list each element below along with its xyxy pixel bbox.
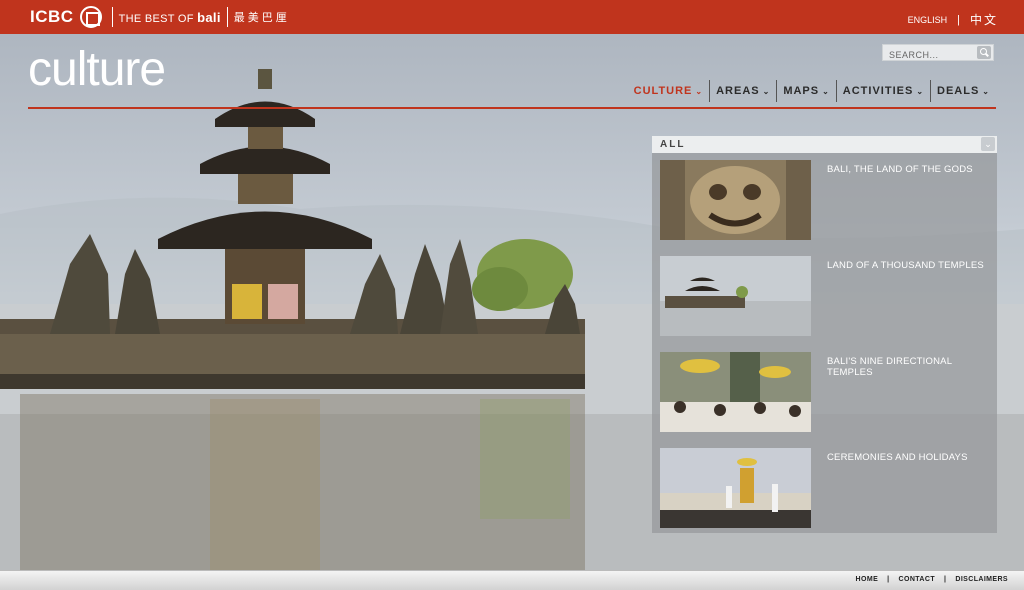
article-title[interactable]: BALI, THE LAND OF THE GODS (827, 164, 973, 175)
nav-item-maps[interactable]: MAPS ⌄ (776, 80, 835, 102)
footer: HOME | CONTACT | DISCLAIMERS (0, 570, 1024, 590)
footer-link-disclaimers[interactable]: DISCLAIMERS (955, 576, 1008, 583)
article-item[interactable]: CEREMONIES AND HOLIDAYS (660, 448, 990, 530)
icbc-emblem-icon (79, 6, 102, 28)
article-title[interactable]: LAND OF A THOUSAND TEMPLES (827, 260, 984, 271)
article-item[interactable]: LAND OF A THOUSAND TEMPLES (660, 256, 990, 338)
chevron-down-icon: ⌄ (762, 86, 771, 96)
language-switcher: ENGLISH | 中文 (908, 11, 998, 28)
nav-item-deals[interactable]: DEALS ⌄ (930, 80, 996, 102)
icbc-logo-text: ICBC (30, 7, 74, 26)
article-item[interactable]: BALI, THE LAND OF THE GODS (660, 160, 990, 242)
search-input[interactable] (883, 47, 971, 63)
footer-link-home[interactable]: HOME (856, 576, 879, 583)
nav-label: MAPS (783, 85, 820, 97)
logo-divider-2 (226, 7, 228, 27)
language-chinese-link[interactable]: 中文 (970, 11, 998, 28)
chevron-down-icon: ⌄ (916, 86, 925, 96)
chevron-down-icon: ⌄ (982, 86, 990, 96)
page-title: culture (28, 43, 166, 96)
top-bar: ICBC THE BEST OF bali 最美巴厘 ENGLISH | 中文 (0, 0, 1024, 34)
temple-procession-thumbnail[interactable] (660, 352, 811, 432)
search-icon[interactable] (977, 46, 991, 59)
tagline: THE BEST OF bali (119, 10, 221, 25)
main-nav: CULTURE ⌄ AREAS ⌄ MAPS ⌄ ACTIVITIES ⌄ DEALS ⌄ (628, 80, 996, 102)
logo-divider (111, 7, 113, 27)
footer-links: HOME | CONTACT | DISCLAIMERS (856, 576, 1008, 583)
article-title[interactable]: BALI'S NINE DIRECTIONAL TEMPLES (827, 356, 990, 378)
nav-label: CULTURE (633, 85, 693, 97)
nav-item-activities[interactable]: ACTIVITIES ⌄ (835, 80, 930, 102)
category-filter-dropdown[interactable]: ALL ⌄ (652, 136, 997, 153)
search-box (882, 44, 994, 63)
lake-temple-thumbnail[interactable] (660, 256, 811, 336)
chinese-brand-name: 最美巴厘 (233, 12, 290, 24)
footer-link-contact[interactable]: CONTACT (899, 576, 936, 583)
tagline-prefix: THE BEST OF (118, 12, 194, 25)
carved-mask-thumbnail[interactable] (660, 160, 811, 240)
nav-label: ACTIVITIES (842, 85, 914, 97)
title-divider-rule (28, 107, 996, 109)
filter-selected-value: ALL (660, 139, 686, 150)
article-title[interactable]: CEREMONIES AND HOLIDAYS (827, 452, 968, 463)
chevron-down-icon: ⌄ (822, 86, 830, 96)
nav-item-areas[interactable]: AREAS ⌄ (709, 80, 776, 102)
footer-separator: | (944, 576, 947, 583)
chevron-down-icon: ⌄ (695, 86, 704, 96)
footer-separator: | (887, 576, 890, 583)
brand-logo[interactable]: ICBC THE BEST OF bali 最美巴厘 (30, 6, 290, 28)
language-english-link[interactable]: ENGLISH (908, 15, 948, 25)
article-list-panel: ALL ⌄ BALI, THE LAND OF THE GODS LAND OF… (652, 136, 997, 533)
language-divider: | (957, 13, 960, 26)
tagline-bold: bali (197, 9, 221, 25)
chevron-down-icon[interactable]: ⌄ (981, 137, 995, 151)
nav-item-culture[interactable]: CULTURE ⌄ (628, 80, 709, 102)
article-item[interactable]: BALI'S NINE DIRECTIONAL TEMPLES (660, 352, 990, 434)
nav-label: DEALS (937, 85, 980, 97)
beach-ceremony-thumbnail[interactable] (660, 448, 811, 528)
nav-label: AREAS (716, 85, 760, 97)
